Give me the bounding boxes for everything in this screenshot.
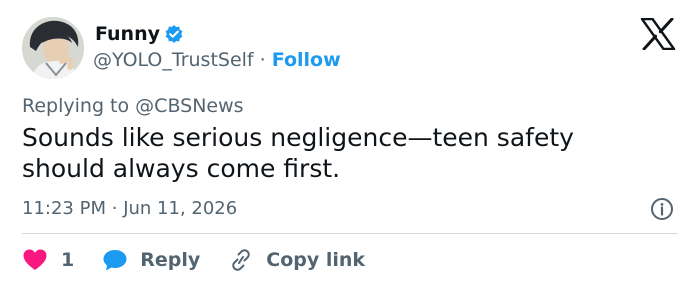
divider	[22, 233, 678, 234]
author-name[interactable]: Funny	[95, 20, 160, 48]
replying-to-mention[interactable]: @CBSNews	[135, 95, 243, 117]
link-icon	[228, 248, 254, 272]
info-icon[interactable]	[650, 197, 674, 221]
tweet-card: Funny @YOLO_TrustSelf · Follow Replying …	[0, 0, 700, 287]
reply-bubble-icon	[102, 248, 128, 272]
reply-button[interactable]: Reply	[102, 248, 228, 272]
author-handle-row: @YOLO_TrustSelf · Follow	[93, 46, 341, 74]
avatar-image	[22, 17, 84, 79]
tweet-text: Sounds like serious negligence—teen safe…	[22, 123, 574, 183]
tweet-timestamp[interactable]: 11:23 PM · Jun 11, 2026	[22, 196, 237, 222]
replying-to-label: Replying to	[22, 95, 130, 117]
follow-button[interactable]: Follow	[272, 49, 341, 71]
like-count: 1	[61, 249, 75, 271]
tweet-time: 11:23 PM	[22, 198, 106, 219]
avatar[interactable]	[22, 17, 84, 79]
replying-to-line: Replying to @CBSNews	[22, 92, 244, 120]
tweet-date: Jun 11, 2026	[123, 198, 238, 219]
copy-link-button[interactable]: Copy link	[228, 248, 365, 272]
author-name-row: Funny	[95, 20, 184, 48]
heart-icon	[22, 248, 48, 272]
author-handle[interactable]: @YOLO_TrustSelf	[93, 49, 254, 71]
x-logo-icon[interactable]	[640, 17, 676, 51]
reply-label: Reply	[140, 249, 201, 271]
timestamp-separator: ·	[111, 198, 118, 219]
verified-badge-icon	[164, 24, 184, 44]
action-bar: 1 Reply Copy link	[22, 245, 365, 275]
copy-link-label: Copy link	[266, 249, 366, 271]
like-button[interactable]: 1	[22, 248, 102, 272]
handle-separator: ·	[259, 49, 266, 71]
